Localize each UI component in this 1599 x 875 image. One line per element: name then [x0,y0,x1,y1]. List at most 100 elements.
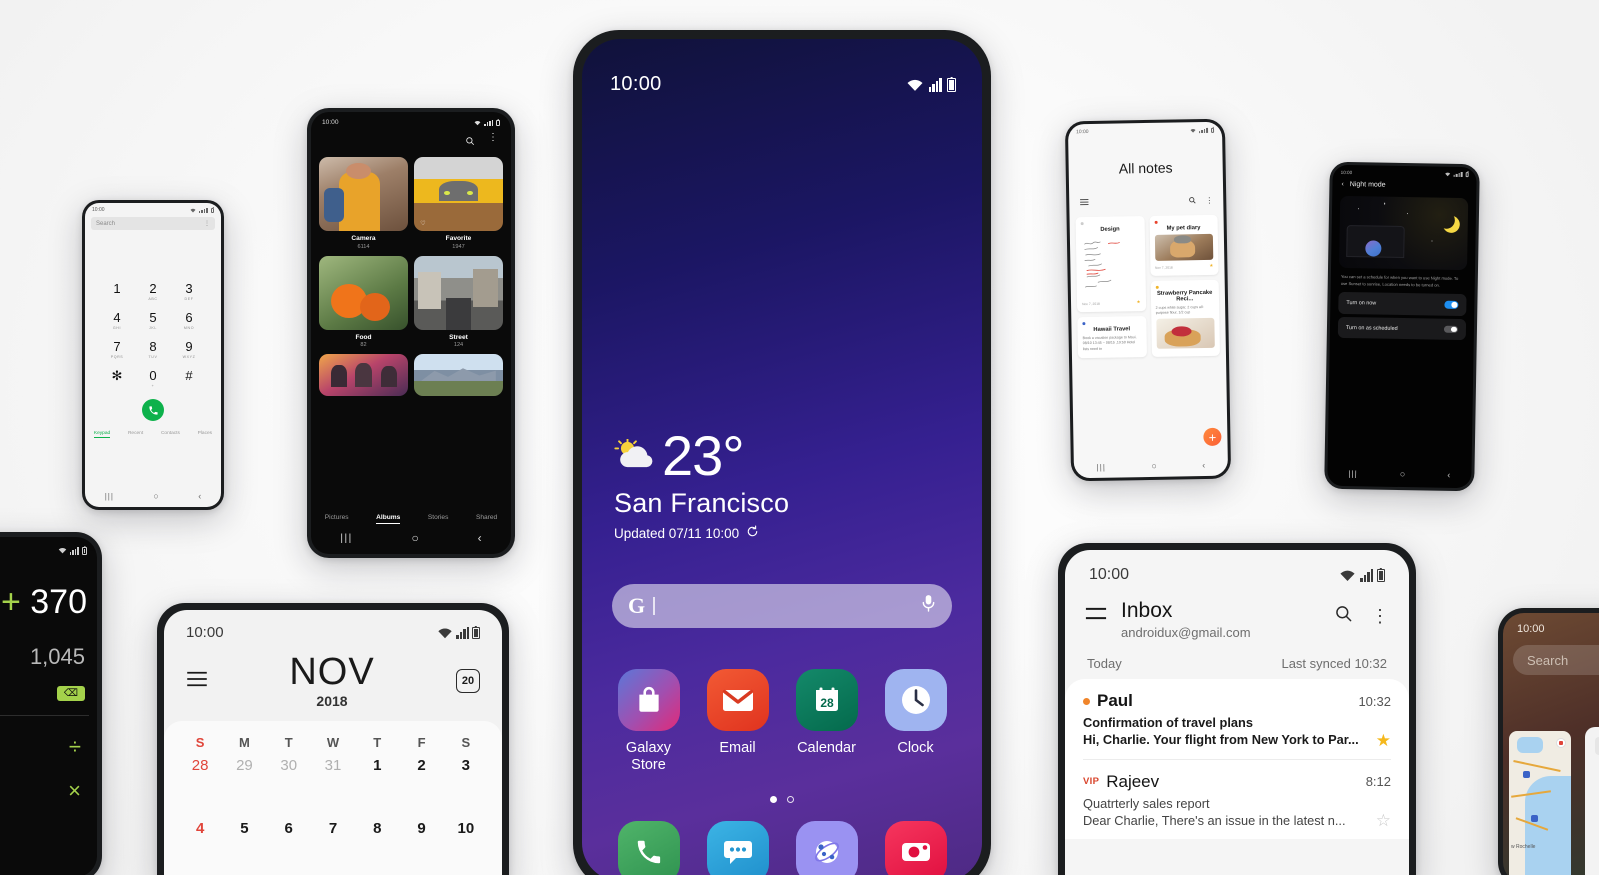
dial-key[interactable]: 6 MNO [171,311,207,330]
app-email[interactable]: Email [693,669,782,774]
dial-key[interactable]: 4 GHI [99,311,135,330]
album-item[interactable]: ♡ Favorite 1947 [414,157,503,250]
search-input[interactable]: Search ⋮ [91,217,215,230]
note-card[interactable]: My pet diary Nov 7, 2018 ★ [1149,214,1219,276]
dial-key[interactable]: 8 TUV [135,340,171,359]
today-button[interactable]: 20 [456,669,480,693]
refresh-icon[interactable] [746,525,759,541]
app-calendar[interactable]: 28 Calendar [782,669,871,774]
more-vertical-icon[interactable]: ⋮ [1371,607,1389,625]
dial-key[interactable]: 1 [99,282,135,301]
album-item[interactable] [319,354,408,396]
gallery-phone[interactable]: 10:00 ⋮ Camera 6114 ♡ Favorite 1947 Food… [307,108,515,558]
side-key[interactable]: 4 GHI [1585,807,1599,830]
tab-stories[interactable]: Stories [428,514,449,524]
calendar-day[interactable]: 1 [355,750,399,774]
dialer-phone[interactable]: 10:00 Search ⋮ 1 2ABC 3DEF 4GHI 5JKL [82,200,224,510]
nav-home-icon[interactable]: ○ [1151,461,1157,471]
calendar-day[interactable]: 5 [222,774,266,837]
tab-pictures[interactable]: Pictures [325,514,349,524]
maps-search-input[interactable]: Search [1513,645,1599,675]
nav-home-icon[interactable]: ○ [153,491,158,501]
toggle-switch-on[interactable] [1444,300,1459,309]
calendar-day[interactable]: 8 [355,774,399,837]
app-clock[interactable]: Clock [871,669,960,774]
more-vertical-icon[interactable]: ⋮ [204,220,210,227]
search-icon[interactable] [465,133,475,151]
tab-recent[interactable]: Recent [128,431,143,438]
dock-app-internet[interactable] [782,821,871,875]
dock-app-phone[interactable] [604,821,693,875]
calendar-day[interactable]: 31 [311,750,355,774]
calendar-day[interactable]: 7 [311,774,355,837]
chevron-left-icon[interactable]: ‹ [1341,181,1343,188]
nav-recents-icon[interactable]: ||| [1348,469,1357,478]
home-screen-phone[interactable]: 10:00 23° San Francisco Updated 07/11 10… [573,30,991,875]
calculator-key-divide[interactable]: ÷ [69,734,81,760]
email-inbox-phone[interactable]: 10:00 Inbox androidux@gmail.com ⋮ Today … [1058,543,1416,875]
note-card[interactable]: Strawberry Pancake Reci... 2 cups white … [1150,279,1220,357]
album-item[interactable]: Food 82 [319,255,408,348]
toggle-switch-off[interactable] [1443,325,1459,334]
call-button[interactable] [142,399,164,421]
dial-key[interactable]: # [171,369,207,388]
map-preview[interactable]: w Rochelle [1509,731,1571,875]
calendar-day[interactable]: 29 [222,750,266,774]
maps-phone[interactable]: 10:00 Search w Rochelle Search [1498,608,1599,875]
tab-places[interactable]: Places [198,431,212,438]
note-card[interactable]: Hawaii Travel Book a vacation package to… [1077,316,1147,359]
more-vertical-icon[interactable]: ⋮ [488,133,498,151]
nav-recents-icon[interactable]: ||| [105,492,114,501]
hamburger-icon[interactable] [1085,607,1107,625]
tab-shared[interactable]: Shared [476,514,497,524]
dial-key[interactable]: 9 WXYZ [171,340,207,359]
tab-keypad[interactable]: Keypad [93,431,111,438]
calendar-day[interactable]: 6 [267,774,311,837]
tab-contacts[interactable]: Contacts [161,431,180,438]
dial-key[interactable]: 3 DEF [171,282,207,301]
page-dot-active[interactable] [770,796,777,803]
calendar-day[interactable]: 4 [178,774,222,837]
star-icon[interactable]: ★ [1136,299,1140,305]
nav-recents-icon[interactable]: ||| [1097,462,1106,471]
nav-back-icon[interactable]: ‹ [478,531,482,545]
dial-key[interactable]: ✻ [99,369,135,388]
add-note-fab[interactable]: + [1203,427,1222,447]
dial-key[interactable]: 5 JKL [135,311,171,330]
calculator-phone[interactable]: + 370 1,045 ⌫ % ÷ 9 × [0,532,102,875]
setting-turn-on-now[interactable]: Turn on now [1338,292,1467,316]
calendar-day[interactable]: 10 [444,774,488,837]
nav-back-icon[interactable]: ‹ [198,491,201,501]
calendar-day[interactable]: 30 [267,750,311,774]
calendar-phone[interactable]: 10:00 NOV 2018 20 S M T W T F S 28 29 30… [157,603,509,875]
setting-turn-on-scheduled[interactable]: Turn on as scheduled [1337,316,1467,341]
table-row[interactable]: VIP Rajeev 8:12 Quatrterly sales report … [1083,760,1391,840]
star-icon[interactable]: ☆ [1376,812,1391,829]
nav-home-icon[interactable]: ○ [412,531,419,545]
google-search-bar[interactable]: G [612,584,952,628]
note-card[interactable]: Design Nov 7, 2018 ★ [1075,216,1146,313]
dock-app-camera[interactable] [871,821,960,875]
page-indicator[interactable] [582,796,982,803]
notes-phone[interactable]: 10:00 All notes ⋮ Design Nov 7, 2018 ★ H… [1064,118,1232,482]
nav-recents-icon[interactable]: ||| [340,533,352,544]
weather-widget[interactable]: 23° San Francisco Updated 07/11 10:00 [614,427,789,541]
more-vertical-icon[interactable]: ⋮ [1205,195,1213,204]
calendar-day[interactable]: 3 [444,750,488,774]
calculator-key-multiply[interactable]: × [68,778,81,804]
tab-albums[interactable]: Albums [376,514,401,524]
hamburger-icon[interactable] [186,671,208,692]
app-galaxy-store[interactable]: Galaxy Store [604,669,693,774]
album-item[interactable]: Street 124 [414,255,503,348]
dock-app-messages[interactable] [693,821,782,875]
calendar-day[interactable]: 9 [399,774,443,837]
side-key[interactable]: 1 [1585,777,1599,793]
dial-key[interactable]: 7 PQRS [99,340,135,359]
hamburger-icon[interactable] [1079,193,1089,211]
star-icon[interactable]: ★ [1209,262,1213,268]
search-icon[interactable] [1188,191,1196,209]
side-search-input[interactable]: Search [1595,737,1599,755]
backspace-icon[interactable]: ⌫ [56,686,85,701]
nav-back-icon[interactable]: ‹ [1202,460,1205,470]
calendar-day[interactable]: 28 [178,750,222,774]
